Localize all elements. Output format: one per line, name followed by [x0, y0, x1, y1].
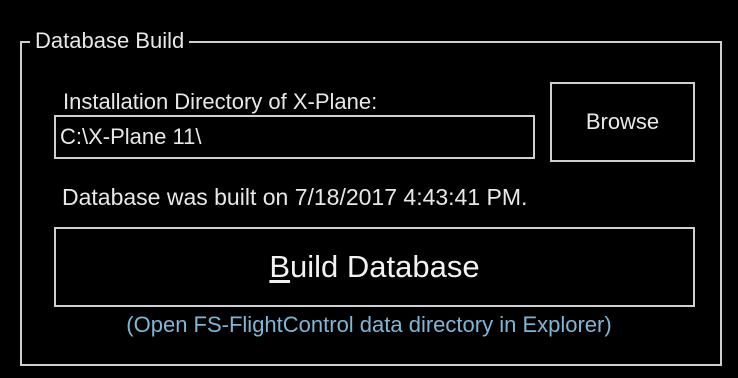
database-status-text: Database was built on 7/18/2017 4:43:41 …: [62, 184, 528, 210]
installation-directory-label: Installation Directory of X-Plane:: [63, 89, 378, 114]
build-database-label: uild Database: [290, 249, 480, 284]
browse-button[interactable]: Browse: [550, 82, 695, 162]
installation-path-input[interactable]: [54, 115, 535, 159]
browse-button-label: Browse: [585, 109, 660, 134]
open-data-directory-link[interactable]: (Open FS-FlightControl data directory in…: [0, 310, 738, 340]
build-database-mnemonic: B: [269, 249, 291, 284]
build-database-button[interactable]: Build Database: [54, 227, 695, 307]
groupbox-title: Database Build: [30, 26, 190, 56]
